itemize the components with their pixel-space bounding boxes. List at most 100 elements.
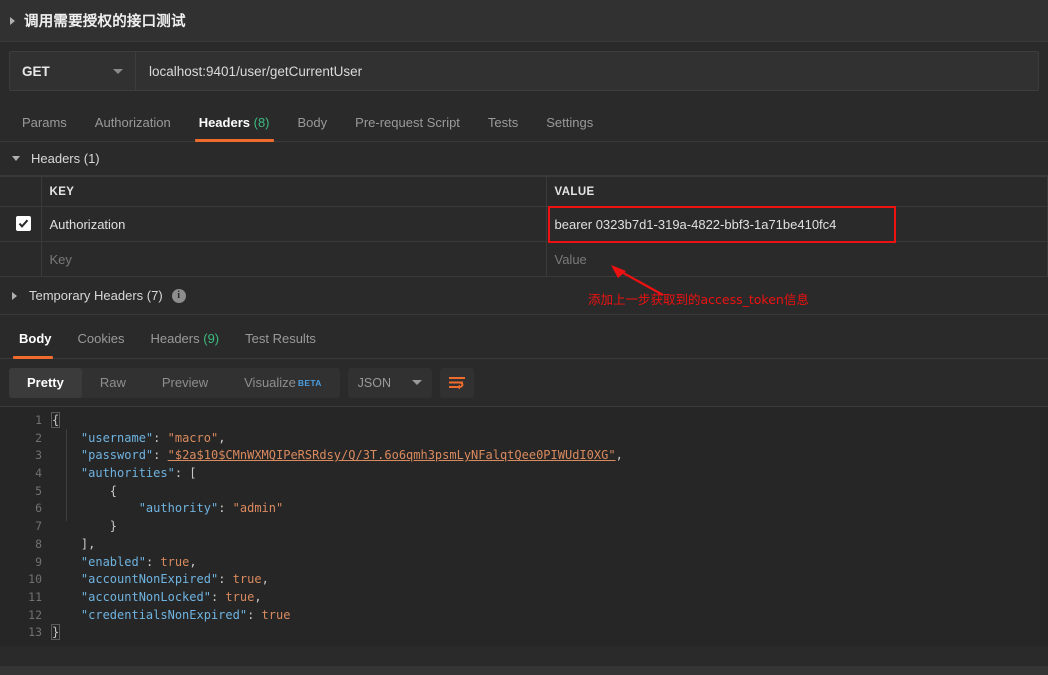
- tab-pre-request-script[interactable]: Pre-request Script: [341, 115, 474, 141]
- collapse-caret-icon[interactable]: [10, 17, 15, 25]
- code-line: {: [52, 483, 1048, 501]
- line-number: 9: [0, 554, 52, 572]
- response-tab-body[interactable]: Body: [6, 331, 65, 358]
- response-format-toolbar: Pretty Raw Preview VisualizeBETA JSON: [0, 359, 1048, 406]
- line-number: 12: [0, 607, 52, 625]
- line-number: 2: [0, 430, 52, 448]
- tab-authorization-label: Authorization: [95, 115, 171, 130]
- format-segmented-control: Pretty Raw Preview VisualizeBETA: [9, 368, 340, 398]
- annotation-text: 添加上一步获取到的access_token信息: [588, 289, 809, 308]
- tab-authorization[interactable]: Authorization: [81, 115, 185, 141]
- header-key-cell[interactable]: Authorization: [41, 207, 546, 242]
- tab-params[interactable]: Params: [8, 115, 81, 141]
- format-preview-label: Preview: [162, 375, 208, 390]
- section-expand-caret-icon[interactable]: [12, 156, 20, 161]
- table-row: Key Value: [0, 242, 1048, 277]
- line-number: 3: [0, 447, 52, 465]
- wrap-lines-button[interactable]: [440, 368, 474, 398]
- response-tabs: Body Cookies Headers (9) Test Results: [0, 315, 1048, 359]
- response-tab-headers-label: Headers: [150, 331, 199, 346]
- temporary-headers-row[interactable]: Temporary Headers (7) i: [0, 277, 1048, 315]
- tab-body-label: Body: [298, 115, 328, 130]
- http-method-label: GET: [22, 64, 50, 79]
- tab-settings[interactable]: Settings: [532, 115, 607, 141]
- request-tabs: Params Authorization Headers (8) Body Pr…: [0, 99, 1048, 142]
- format-visualize-button[interactable]: VisualizeBETA: [226, 368, 340, 398]
- code-line: "password": "$2a$10$CMnWXMQIPeRSRdsy/Q/3…: [52, 447, 1048, 465]
- response-tab-headers[interactable]: Headers (9): [137, 331, 232, 358]
- code-line: "authority": "admin": [52, 500, 1048, 518]
- beta-badge: BETA: [298, 378, 322, 388]
- header-enabled-checkbox-cell[interactable]: [0, 207, 41, 242]
- new-header-value-input[interactable]: Value: [546, 242, 1048, 277]
- line-number-gutter: 1 2 3 4 5 6 7 8 9 10 11 12 13: [0, 407, 52, 646]
- line-number: 5: [0, 483, 52, 501]
- code-line: {: [52, 412, 1048, 430]
- chevron-down-icon: [113, 69, 123, 74]
- url-input[interactable]: localhost:9401/user/getCurrentUser: [136, 52, 1038, 90]
- header-value-cell[interactable]: bearer 0323b7d1-319a-4822-bbf3-1a71be410…: [546, 207, 1048, 242]
- fold-guide-line: [66, 429, 67, 521]
- tab-tests[interactable]: Tests: [474, 115, 532, 141]
- line-number: 13: [0, 624, 52, 642]
- line-number: 7: [0, 518, 52, 536]
- headers-section-title: Headers (1): [31, 151, 100, 166]
- postman-window: 调用需要授权的接口测试 GET localhost:9401/user/getC…: [0, 0, 1048, 675]
- chevron-down-icon: [412, 380, 422, 385]
- response-language-label: JSON: [358, 376, 391, 390]
- json-code-content[interactable]: { "username": "macro", "password": "$2a$…: [52, 407, 1048, 646]
- code-line: "accountNonExpired": true,: [52, 571, 1048, 589]
- format-pretty-button[interactable]: Pretty: [9, 368, 82, 398]
- tab-headers[interactable]: Headers (8): [185, 115, 284, 141]
- response-language-selector[interactable]: JSON: [348, 368, 432, 398]
- url-bar-container: GET localhost:9401/user/getCurrentUser: [0, 42, 1048, 99]
- code-line: }: [52, 624, 1048, 642]
- format-visualize-label: Visualize: [244, 375, 296, 390]
- new-header-checkbox-cell[interactable]: [0, 242, 41, 277]
- tab-headers-count: (8): [254, 115, 270, 130]
- response-tab-test-results[interactable]: Test Results: [232, 331, 329, 358]
- headers-table: KEY VALUE Authorization bearer 0323b7d1-…: [0, 176, 1048, 277]
- url-bar: GET localhost:9401/user/getCurrentUser: [9, 51, 1039, 91]
- line-number: 4: [0, 465, 52, 483]
- headers-section-header[interactable]: Headers (1): [0, 142, 1048, 176]
- line-number: 10: [0, 571, 52, 589]
- format-preview-button[interactable]: Preview: [144, 368, 226, 398]
- tab-body[interactable]: Body: [284, 115, 342, 141]
- code-line: "username": "macro",: [52, 430, 1048, 448]
- line-number: 6: [0, 500, 52, 518]
- table-row: Authorization bearer 0323b7d1-319a-4822-…: [0, 207, 1048, 242]
- checkbox-column-header: [0, 177, 41, 207]
- code-line: "accountNonLocked": true,: [52, 589, 1048, 607]
- response-body-viewer[interactable]: 1 2 3 4 5 6 7 8 9 10 11 12 13 { "usernam…: [0, 406, 1048, 646]
- tab-params-label: Params: [22, 115, 67, 130]
- line-number: 8: [0, 536, 52, 554]
- response-tab-body-label: Body: [19, 331, 52, 346]
- wrap-lines-icon: [448, 376, 466, 390]
- tab-tests-label: Tests: [488, 115, 518, 130]
- code-line: "credentialsNonExpired": true: [52, 607, 1048, 625]
- tab-headers-label: Headers: [199, 115, 250, 130]
- code-line: "enabled": true,: [52, 554, 1048, 572]
- response-tab-cookies-label: Cookies: [78, 331, 125, 346]
- http-method-selector[interactable]: GET: [10, 52, 136, 90]
- checkbox-checked-icon[interactable]: [16, 216, 31, 231]
- format-raw-label: Raw: [100, 375, 126, 390]
- code-line: }: [52, 518, 1048, 536]
- format-raw-button[interactable]: Raw: [82, 368, 144, 398]
- line-number: 1: [0, 412, 52, 430]
- temporary-headers-caret-icon[interactable]: [12, 292, 17, 300]
- format-pretty-label: Pretty: [27, 375, 64, 390]
- headers-table-header-row: KEY VALUE: [0, 177, 1048, 207]
- request-title-bar: 调用需要授权的接口测试: [0, 0, 1048, 42]
- header-value-text: bearer 0323b7d1-319a-4822-bbf3-1a71be410…: [555, 217, 837, 232]
- new-header-key-input[interactable]: Key: [41, 242, 546, 277]
- page-title: 调用需要授权的接口测试: [24, 10, 186, 31]
- tab-settings-label: Settings: [546, 115, 593, 130]
- code-line: ],: [52, 536, 1048, 554]
- response-tab-test-results-label: Test Results: [245, 331, 316, 346]
- line-number: 11: [0, 589, 52, 607]
- response-tab-cookies[interactable]: Cookies: [65, 331, 138, 358]
- value-column-header: VALUE: [546, 177, 1048, 207]
- info-icon[interactable]: i: [172, 289, 186, 303]
